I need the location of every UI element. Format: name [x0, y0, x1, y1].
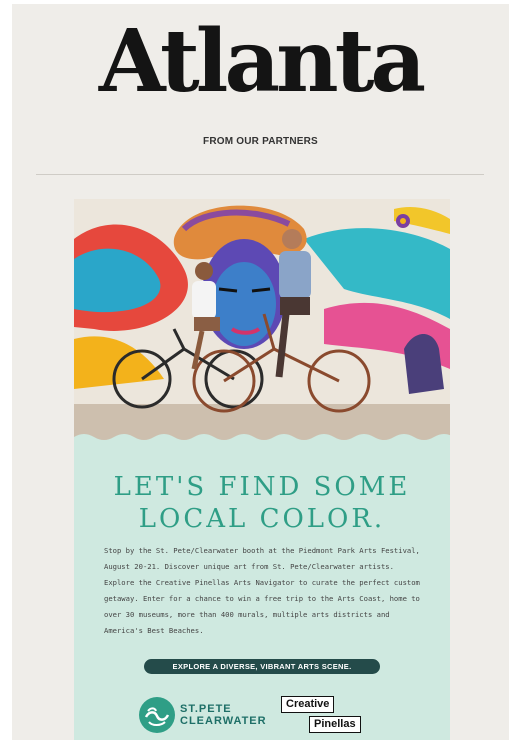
stpete-wordmark: ST.PETE CLEARWATER [180, 703, 267, 727]
explore-arts-button[interactable]: EXPLORE A DIVERSE, VIBRANT ARTS SCENE. [144, 659, 380, 674]
ad-body-text: Stop by the St. Pete/Clearwater booth at… [104, 546, 420, 635]
hero-image[interactable] [74, 199, 450, 449]
headline-line-1: LET'S FIND SOME [113, 472, 411, 502]
pinellas-word: Pinellas [309, 716, 361, 733]
stpete-clearwater-logo[interactable]: ST.PETE CLEARWATER [139, 697, 267, 733]
ad-headline: LET'S FIND SOME LOCAL COLOR. [74, 471, 450, 535]
partner-ad[interactable]: LET'S FIND SOME LOCAL COLOR. Stop by the… [74, 199, 450, 740]
wave-logo-icon [139, 697, 175, 733]
clearwater-line: CLEARWATER [180, 715, 267, 727]
email-body: Atlanta FROM OUR PARTNERS LET'S FIND SOM… [12, 4, 509, 740]
partners-kicker: FROM OUR PARTNERS [203, 136, 318, 147]
stpete-line: ST.PETE [180, 703, 232, 715]
divider [36, 174, 484, 175]
headline-line-2: LOCAL COLOR. [138, 504, 386, 534]
creative-pinellas-logo[interactable]: Creative Pinellas [281, 696, 373, 736]
creative-word: Creative [281, 696, 335, 713]
masthead: Atlanta [12, 12, 509, 112]
atlanta-logo[interactable]: Atlanta [12, 12, 509, 112]
